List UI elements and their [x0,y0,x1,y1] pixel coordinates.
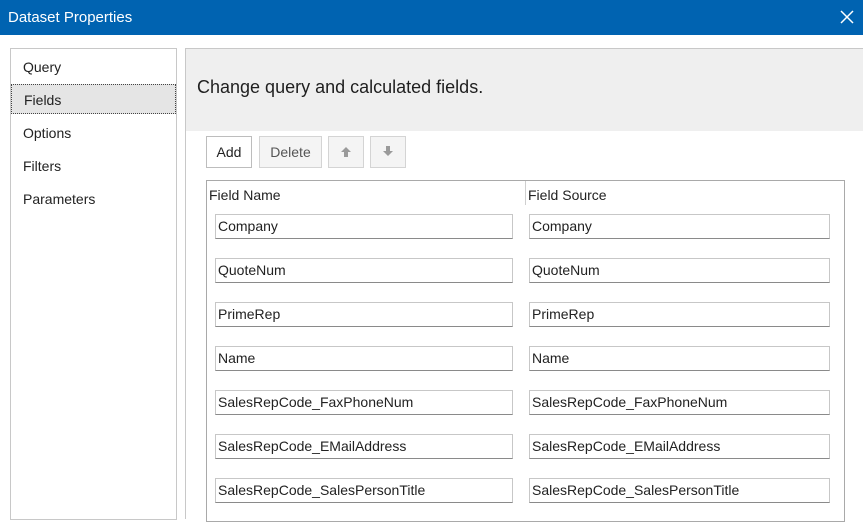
column-separator[interactable] [525,181,526,205]
field-name-cell[interactable]: Company [215,214,513,239]
column-header-field-name[interactable]: Field Name [209,187,281,203]
sidebar-item-options[interactable]: Options [11,118,176,148]
close-icon [840,10,854,24]
panel-subtitle: Change query and calculated fields. [197,77,484,97]
sidebar-item-query[interactable]: Query [11,52,176,82]
field-source-cell[interactable]: SalesRepCode_EMailAddress [529,434,830,459]
field-source-cell[interactable]: PrimeRep [529,302,830,327]
arrow-up-icon [341,147,351,157]
fields-panel: Change query and calculated fields. Add … [185,48,863,522]
add-button[interactable]: Add [206,136,252,168]
field-name-cell[interactable]: PrimeRep [215,302,513,327]
sidebar-item-filters[interactable]: Filters [11,151,176,181]
sidebar-item-fields[interactable]: Fields [11,84,176,114]
panel-header: Change query and calculated fields. [186,49,863,131]
field-source-cell[interactable]: QuoteNum [529,258,830,283]
field-name-cell[interactable]: Name [215,346,513,371]
field-name-cell[interactable]: SalesRepCode_EMailAddress [215,434,513,459]
close-button[interactable] [834,4,860,30]
field-name-cell[interactable]: QuoteNum [215,258,513,283]
field-source-cell[interactable]: Company [529,214,830,239]
sidebar-item-parameters[interactable]: Parameters [11,184,176,214]
column-header-field-source[interactable]: Field Source [528,187,607,203]
field-name-cell[interactable]: SalesRepCode_FaxPhoneNum [215,390,513,415]
field-source-cell[interactable]: Name [529,346,830,371]
delete-button[interactable]: Delete [259,136,322,168]
fields-grid: Field Name Field Source Company Company … [206,180,845,522]
window-title: Dataset Properties [8,9,133,26]
field-source-cell[interactable]: SalesRepCode_FaxPhoneNum [529,390,830,415]
move-up-button[interactable] [328,136,364,168]
field-name-cell[interactable]: SalesRepCode_SalesPersonTitle [215,478,513,503]
arrow-down-icon [383,146,393,156]
field-source-cell[interactable]: SalesRepCode_SalesPersonTitle [529,478,830,503]
sidebar: Query Fields Options Filters Parameters [10,48,177,520]
title-bar: Dataset Properties [0,0,863,35]
move-down-button[interactable] [370,136,406,168]
